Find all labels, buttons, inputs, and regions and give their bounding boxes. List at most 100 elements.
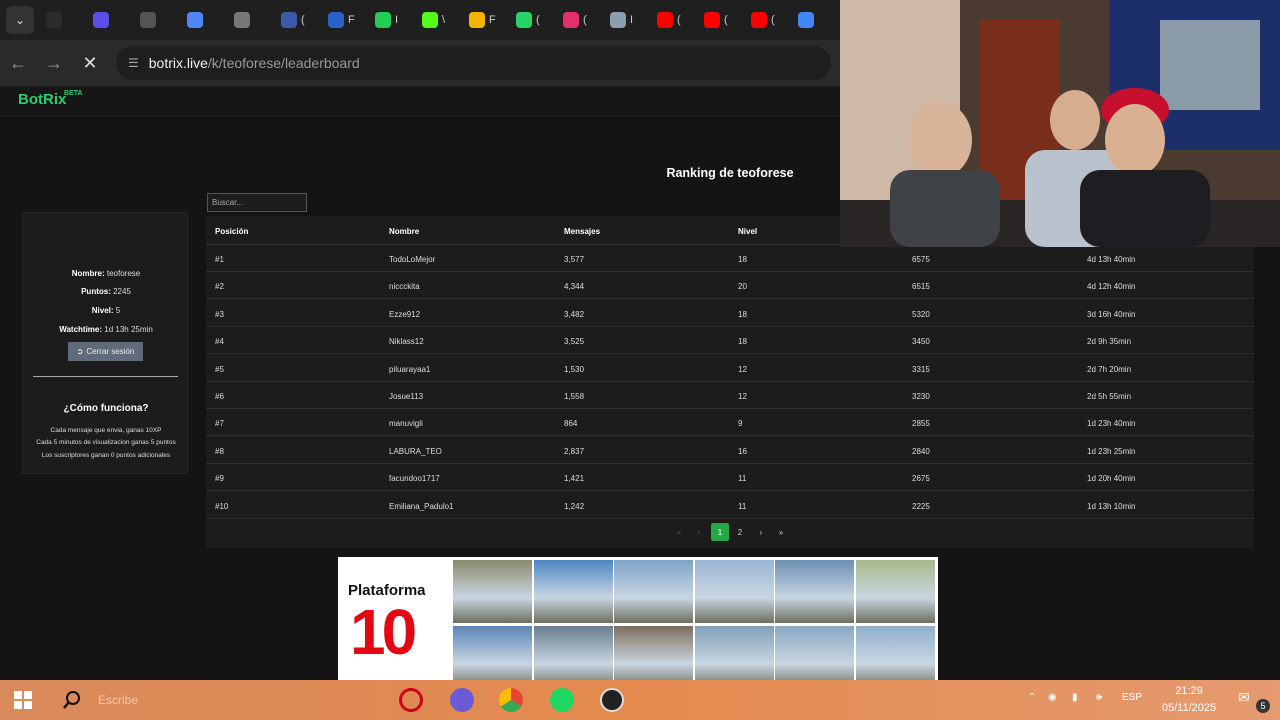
table-row: #4 Niklass12 3,525 18 3450 2d 9h 35min: [206, 327, 1254, 355]
first-page-button[interactable]: «: [670, 523, 688, 541]
browser-tab[interactable]: (: [741, 5, 788, 35]
table-cell: Josue113: [389, 392, 424, 401]
table-cell: 3,577: [564, 255, 585, 264]
last-page-button[interactable]: »: [772, 523, 790, 541]
table-cell: 9: [738, 419, 743, 429]
col-messages[interactable]: Mensajes: [564, 227, 600, 236]
col-level[interactable]: Nivel: [738, 227, 757, 236]
table-cell: #10: [215, 501, 229, 511]
next-page-button[interactable]: ›: [752, 523, 770, 541]
browser-tab[interactable]: [130, 5, 177, 35]
table-cell: 4d 12h 40min: [1087, 282, 1136, 292]
table-cell: 18: [738, 309, 747, 319]
table-cell: manuvigli: [389, 419, 423, 429]
tab-list: (F I \ F ((I (((: [36, 5, 835, 35]
advertisement-banner[interactable]: Plataforma 10: [338, 557, 938, 689]
col-position[interactable]: Posición: [215, 227, 248, 236]
browser-tab[interactable]: [83, 5, 130, 35]
browser-tab[interactable]: I: [365, 5, 412, 35]
taskbar-search[interactable]: Escribe: [60, 686, 200, 714]
page-2-button[interactable]: 2: [731, 523, 749, 541]
chrome-icon[interactable]: [499, 688, 523, 712]
table-cell: 3d 16h 40min: [1087, 309, 1136, 319]
table-cell: #3: [215, 309, 224, 319]
ad-photo: [453, 560, 532, 623]
browser-tab[interactable]: F: [318, 5, 365, 35]
tab-title: (: [771, 14, 775, 26]
whatsapp-icon: [516, 12, 532, 28]
clock-time[interactable]: 21:29: [1149, 685, 1229, 697]
show-hidden-icons-icon[interactable]: ⌃: [1028, 692, 1036, 703]
ad-brand-number: 10: [350, 596, 417, 668]
table-cell: #4: [215, 337, 224, 347]
rule-item: Cada 5 minutos de visualizacion ganas 5 …: [36, 439, 176, 446]
discord-icon[interactable]: [450, 688, 474, 712]
forward-arrow-icon[interactable]: →: [36, 53, 72, 74]
table-cell: 5320: [912, 309, 930, 319]
volume-icon[interactable]: 🕪: [1096, 692, 1102, 703]
browser-tab[interactable]: (: [694, 5, 741, 35]
tab-title: (: [583, 14, 587, 26]
tab-icon-p: [234, 12, 250, 28]
browser-tab[interactable]: [224, 5, 271, 35]
browser-tab[interactable]: [788, 5, 835, 35]
stop-loading-icon[interactable]: ✕: [72, 53, 108, 74]
beta-badge: BETA: [64, 90, 83, 97]
table-cell: 18: [738, 255, 747, 264]
browser-tab[interactable]: I: [600, 5, 647, 35]
record-icon[interactable]: ◉: [1048, 692, 1057, 703]
table-cell: 11: [738, 474, 747, 484]
webcam-overlay: [840, 0, 1280, 247]
tab-title: F: [489, 14, 496, 26]
logout-button[interactable]: ➲ Cerrar sesión: [68, 342, 143, 361]
obs-icon[interactable]: [600, 688, 624, 712]
table-cell: 16: [738, 446, 747, 456]
spotify-icon[interactable]: [550, 688, 574, 712]
browser-tab[interactable]: (: [506, 5, 553, 35]
windows-start-icon[interactable]: [14, 691, 32, 709]
browser-toolbar: ← → ✕ ☰ botrix.live/k/teoforese/leaderbo…: [0, 40, 840, 86]
tab-title: (: [677, 14, 681, 26]
clock-date[interactable]: 05/11/2025: [1149, 702, 1229, 714]
table-cell: 4d 13h 40min: [1087, 255, 1136, 264]
rule-item: Los suscriptores ganan 0 puntos adiciona…: [41, 452, 171, 459]
botrix-logo[interactable]: BotRix: [18, 91, 66, 108]
usb-icon[interactable]: ▮: [1072, 692, 1078, 703]
table-cell: 2225: [912, 501, 930, 511]
table-cell: Emiliana_Padulo1: [389, 501, 454, 511]
browser-tab[interactable]: (: [553, 5, 600, 35]
notifications-icon[interactable]: ✉: [1238, 689, 1250, 706]
table-cell: 2d 5h 55min: [1087, 392, 1132, 401]
page-1-button[interactable]: 1: [711, 523, 729, 541]
address-bar[interactable]: ☰ botrix.live/k/teoforese/leaderboard: [116, 46, 831, 80]
site-info-icon[interactable]: ☰: [128, 56, 139, 70]
back-arrow-icon[interactable]: ←: [0, 53, 36, 74]
table-row: #1 TodoLoMejor 3,577 18 6575 4d 13h 40min: [206, 245, 1254, 272]
table-cell: Ezze912: [389, 309, 421, 319]
language-indicator[interactable]: ESP: [1122, 692, 1142, 703]
browser-tab[interactable]: \: [412, 5, 459, 35]
col-name[interactable]: Nombre: [389, 227, 419, 236]
points-value: 2245: [113, 287, 131, 296]
opera-icon[interactable]: [399, 688, 423, 712]
browser-tab[interactable]: F: [459, 5, 506, 35]
browser-tab[interactable]: [177, 5, 224, 35]
logout-icon: ➲: [76, 347, 84, 356]
browser-tab[interactable]: (: [647, 5, 694, 35]
tab-search-chevron-icon[interactable]: ⌄: [6, 6, 34, 34]
search-input[interactable]: Buscar...: [207, 193, 307, 212]
browser-tab[interactable]: (: [271, 5, 318, 35]
browser-tab[interactable]: [36, 5, 83, 35]
table-cell: piluarayaa1: [389, 364, 431, 374]
profile-divider: [33, 376, 178, 377]
watchtime-label: Watchtime:: [59, 325, 103, 334]
table-cell: 1,530: [564, 364, 585, 374]
tab-title: (: [301, 14, 305, 26]
ad-photo: [694, 560, 774, 623]
tab-icon-circle2: [328, 12, 344, 28]
tab-title: I: [630, 14, 634, 26]
table-cell: 12: [738, 392, 747, 401]
prev-page-button[interactable]: ‹: [690, 523, 708, 541]
logout-label: Cerrar sesión: [86, 347, 135, 356]
webcam-image: [840, 0, 1280, 247]
